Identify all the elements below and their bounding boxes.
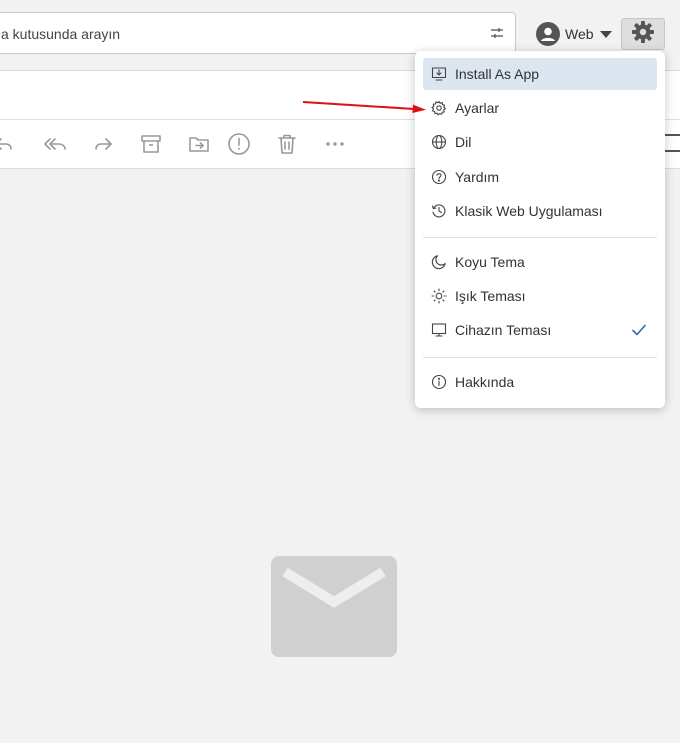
trash-icon[interactable]: [275, 132, 299, 156]
gear-icon: [431, 100, 447, 116]
menu-item-dark-theme[interactable]: Koyu Tema: [423, 246, 657, 278]
avatar-icon: [536, 22, 560, 46]
select-checkbox[interactable]: [663, 134, 680, 152]
menu-item-label: Yardım: [455, 169, 500, 185]
menu-item-label: Install As App: [455, 66, 540, 82]
reply-all-icon[interactable]: [43, 132, 67, 156]
globe-icon: [431, 134, 447, 150]
menu-item-label: Koyu Tema: [455, 254, 525, 270]
settings-button[interactable]: [621, 18, 665, 50]
menu-item-label: Işık Teması: [455, 288, 526, 304]
empty-mail-icon: [271, 556, 397, 657]
menu-item-language[interactable]: Dil: [423, 126, 657, 158]
archive-icon[interactable]: [139, 132, 163, 156]
settings-menu: Install As App Ayarlar Dil Yardım Klasik…: [415, 51, 665, 408]
more-options-icon[interactable]: [323, 132, 347, 156]
sun-icon: [431, 288, 447, 304]
menu-item-label: Hakkında: [455, 374, 515, 390]
menu-item-label: Cihazın Teması: [455, 322, 552, 338]
info-icon: [431, 374, 447, 390]
install-app-icon: [431, 66, 447, 82]
menu-item-light-theme[interactable]: Işık Teması: [423, 280, 657, 312]
history-icon: [431, 203, 447, 219]
filter-sliders-icon[interactable]: [489, 25, 505, 41]
help-circle-icon: [431, 169, 447, 185]
menu-item-label: Klasik Web Uygulaması: [455, 203, 603, 219]
annotation-arrow-icon: [302, 97, 427, 113]
gear-icon: [631, 20, 655, 49]
move-to-folder-icon[interactable]: [187, 132, 211, 156]
search-input[interactable]: a kutusunda arayın: [0, 12, 516, 54]
menu-divider: [423, 357, 657, 358]
report-spam-icon[interactable]: [227, 132, 251, 156]
menu-item-settings[interactable]: Ayarlar: [423, 92, 657, 124]
checkmark-icon: [631, 322, 647, 338]
menu-item-install-app[interactable]: Install As App: [423, 58, 657, 90]
monitor-icon: [431, 322, 447, 338]
search-input-text: a kutusunda arayın: [1, 26, 121, 42]
menu-item-label: Dil: [455, 134, 472, 150]
account-label: Web: [565, 26, 594, 42]
forward-icon[interactable]: [91, 132, 115, 156]
reply-icon[interactable]: [0, 132, 16, 156]
chevron-down-icon: [599, 30, 612, 38]
menu-item-help[interactable]: Yardım: [423, 161, 657, 193]
menu-item-label: Ayarlar: [455, 100, 500, 116]
menu-item-classic-web[interactable]: Klasik Web Uygulaması: [423, 195, 657, 227]
moon-icon: [431, 254, 447, 270]
menu-item-device-theme[interactable]: Cihazın Teması: [423, 314, 657, 346]
account-switcher[interactable]: Web: [536, 21, 612, 47]
menu-divider: [423, 237, 657, 238]
menu-item-about[interactable]: Hakkında: [423, 366, 657, 398]
